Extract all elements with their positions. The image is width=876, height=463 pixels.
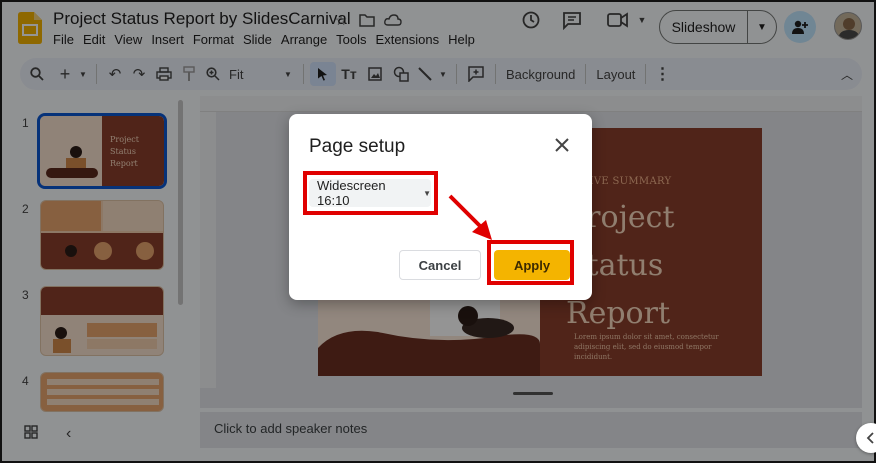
highlight-box-page-size: [303, 171, 438, 215]
dialog-title: Page setup: [309, 136, 406, 157]
cancel-button[interactable]: Cancel: [399, 250, 481, 280]
close-icon[interactable]: [553, 136, 571, 154]
annotation-arrow-icon: [448, 194, 492, 240]
